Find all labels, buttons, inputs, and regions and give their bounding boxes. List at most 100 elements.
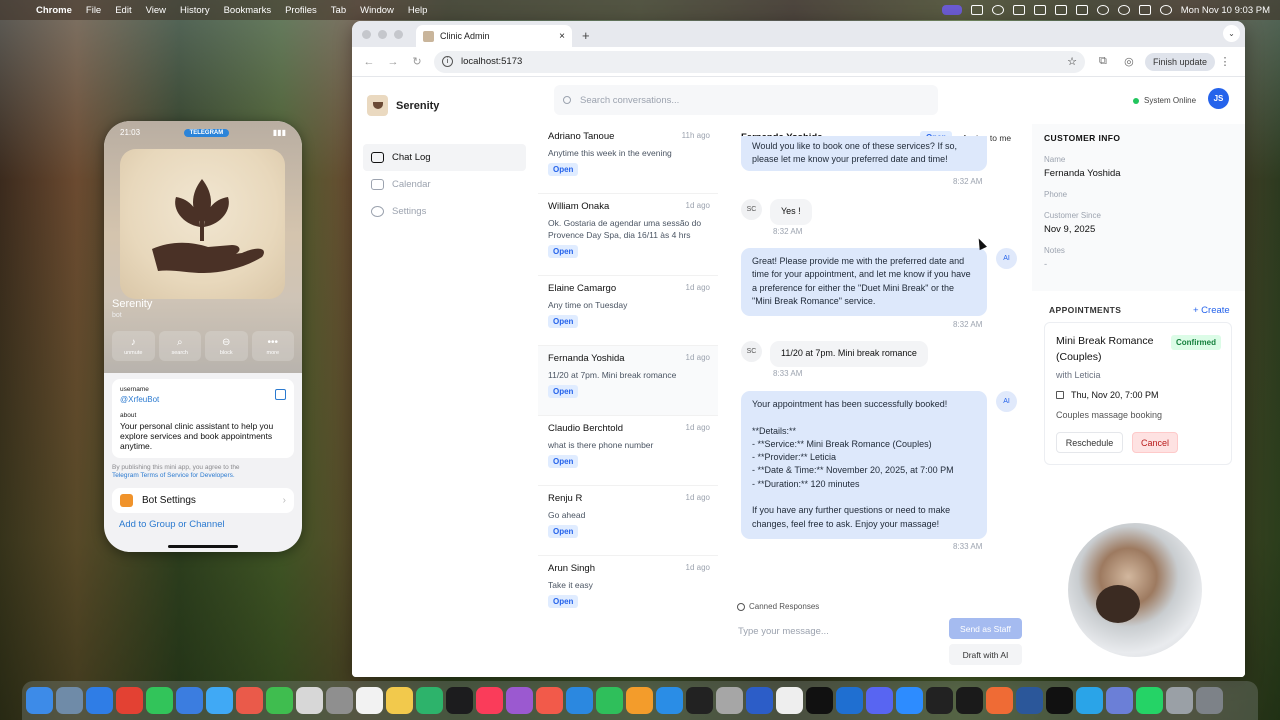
forward-icon[interactable]: → xyxy=(386,56,400,68)
menu-view[interactable]: View xyxy=(146,5,166,16)
menu-help[interactable]: Help xyxy=(408,5,428,16)
dock-app-icon[interactable] xyxy=(1106,687,1133,714)
username-link[interactable]: @XrfeuBot xyxy=(120,395,286,404)
search-button[interactable]: ⌕ search xyxy=(158,331,201,361)
dock-app-icon[interactable] xyxy=(506,687,533,714)
zoom-window-icon[interactable] xyxy=(394,30,403,39)
conversation-item[interactable]: Arun Singh 1d ago Take it easy Open xyxy=(538,556,718,626)
draft-with-ai-button[interactable]: Draft with AI xyxy=(949,644,1022,665)
dock-app-icon[interactable] xyxy=(206,687,233,714)
profile-icon[interactable]: ◎ xyxy=(1119,55,1139,68)
dock-app-icon[interactable] xyxy=(446,687,473,714)
avatar[interactable]: JS xyxy=(1208,88,1229,109)
bot-settings-row[interactable]: Bot Settings › xyxy=(112,488,294,513)
add-to-group-link[interactable]: Add to Group or Channel xyxy=(119,519,287,530)
more-menu-icon[interactable]: ⋮ xyxy=(1215,55,1235,68)
address-bar[interactable]: i localhost:5173 ☆ xyxy=(434,50,1085,73)
dock-app-icon[interactable] xyxy=(626,687,653,714)
dock-app-icon[interactable] xyxy=(926,687,953,714)
dock-app-icon[interactable] xyxy=(866,687,893,714)
bookmark-star-icon[interactable]: ☆ xyxy=(1067,55,1077,68)
minimize-window-icon[interactable] xyxy=(378,30,387,39)
menu-edit[interactable]: Edit xyxy=(115,5,131,16)
more-button[interactable]: ••• more xyxy=(251,331,294,361)
search-conversations-input[interactable]: Search conversations... xyxy=(554,85,938,115)
sidebar-item-settings[interactable]: Settings xyxy=(363,198,526,225)
dock-app-icon[interactable] xyxy=(956,687,983,714)
conversation-item[interactable]: Renju R 1d ago Go ahead Open xyxy=(538,486,718,556)
dock-app-icon[interactable] xyxy=(416,687,443,714)
close-window-icon[interactable] xyxy=(362,30,371,39)
conversation-item[interactable]: Adriano Tanoue 11h ago Anytime this week i… xyxy=(538,124,718,194)
conversation-item[interactable]: Claudio Berchtold 1d ago what is there pho… xyxy=(538,416,718,486)
dock-app-icon[interactable] xyxy=(1046,687,1073,714)
dock-app-icon[interactable] xyxy=(26,687,53,714)
tab-clinic-admin[interactable]: Clinic Admin × xyxy=(416,25,572,47)
wifi-icon[interactable] xyxy=(1096,5,1109,15)
message-input[interactable]: Type your message... xyxy=(738,626,938,637)
dock-app-icon[interactable] xyxy=(356,687,383,714)
close-tab-icon[interactable]: × xyxy=(559,31,565,42)
conversation-item[interactable]: Elaine Camargo 1d ago Any time on Tuesday O… xyxy=(538,276,718,346)
sidebar-item-calendar[interactable]: Calendar xyxy=(363,171,526,198)
menu-window[interactable]: Window xyxy=(360,5,394,16)
dock-app-icon[interactable] xyxy=(236,687,263,714)
dock-app-icon[interactable] xyxy=(986,687,1013,714)
zoom-icon[interactable] xyxy=(991,5,1004,15)
window-controls[interactable] xyxy=(362,30,403,39)
dock-app-icon[interactable] xyxy=(746,687,773,714)
battery-icon[interactable] xyxy=(1075,5,1088,15)
dock-app-icon[interactable] xyxy=(596,687,623,714)
site-info-icon[interactable]: i xyxy=(442,56,453,67)
dock-app-icon[interactable] xyxy=(1016,687,1043,714)
menu-app-name[interactable]: Chrome xyxy=(36,5,72,16)
unmute-button[interactable]: ♪ unmute xyxy=(112,331,155,361)
dock-app-icon[interactable] xyxy=(476,687,503,714)
extensions-icon[interactable]: ⧉ xyxy=(1093,55,1113,68)
back-icon[interactable]: ← xyxy=(362,56,376,68)
send-as-staff-button[interactable]: Send as Staff xyxy=(949,618,1022,639)
dock-app-icon[interactable] xyxy=(56,687,83,714)
dock-app-icon[interactable] xyxy=(1196,687,1223,714)
control-center-icon[interactable] xyxy=(1138,5,1151,15)
dock-app-icon[interactable] xyxy=(86,687,113,714)
shield-icon[interactable] xyxy=(1033,5,1046,15)
finish-update-button[interactable]: Finish update xyxy=(1144,52,1215,71)
menu-history[interactable]: History xyxy=(180,5,210,16)
dock-app-icon[interactable] xyxy=(1166,687,1193,714)
dock-app-icon[interactable] xyxy=(326,687,353,714)
dock-app-icon[interactable] xyxy=(386,687,413,714)
dock-app-icon[interactable] xyxy=(266,687,293,714)
menu-file[interactable]: File xyxy=(86,5,101,16)
menu-profiles[interactable]: Profiles xyxy=(285,5,317,16)
notion-icon[interactable] xyxy=(1054,5,1067,15)
dock-app-icon[interactable] xyxy=(296,687,323,714)
dock-app-icon[interactable] xyxy=(806,687,833,714)
dock-app-icon[interactable] xyxy=(536,687,563,714)
menu-bookmarks[interactable]: Bookmarks xyxy=(224,5,272,16)
dock-app-icon[interactable] xyxy=(566,687,593,714)
dock-app-icon[interactable] xyxy=(1136,687,1163,714)
spotlight-icon[interactable] xyxy=(1117,5,1130,15)
qr-code-icon[interactable] xyxy=(275,389,286,400)
cancel-button[interactable]: Cancel xyxy=(1132,432,1178,453)
conversation-item-selected[interactable]: Fernanda Yoshida 1d ago 11/20 at 7pm. Mini… xyxy=(538,346,718,416)
dock-app-icon[interactable] xyxy=(176,687,203,714)
terms-link[interactable]: Telegram Terms of Service for Developers… xyxy=(112,472,235,479)
dock-app-icon[interactable] xyxy=(1076,687,1103,714)
dock-app-icon[interactable] xyxy=(716,687,743,714)
dock-app-icon[interactable] xyxy=(146,687,173,714)
new-tab-button[interactable]: + xyxy=(582,28,590,43)
reload-icon[interactable]: ↻ xyxy=(410,55,424,68)
tab-search-icon[interactable]: ⌄ xyxy=(1223,25,1240,42)
status-icon[interactable] xyxy=(970,5,983,15)
extension-icon[interactable] xyxy=(1012,5,1025,15)
block-button[interactable]: ⊖ block xyxy=(205,331,248,361)
dock-app-icon[interactable] xyxy=(116,687,143,714)
sidebar-item-chat-log[interactable]: Chat Log xyxy=(363,144,526,171)
dock-app-icon[interactable] xyxy=(836,687,863,714)
conversation-item[interactable]: William Onaka 1d ago Ok. Gostaria de agend… xyxy=(538,194,718,276)
dock-app-icon[interactable] xyxy=(776,687,803,714)
menu-tab[interactable]: Tab xyxy=(331,5,346,16)
reschedule-button[interactable]: Reschedule xyxy=(1056,432,1123,453)
